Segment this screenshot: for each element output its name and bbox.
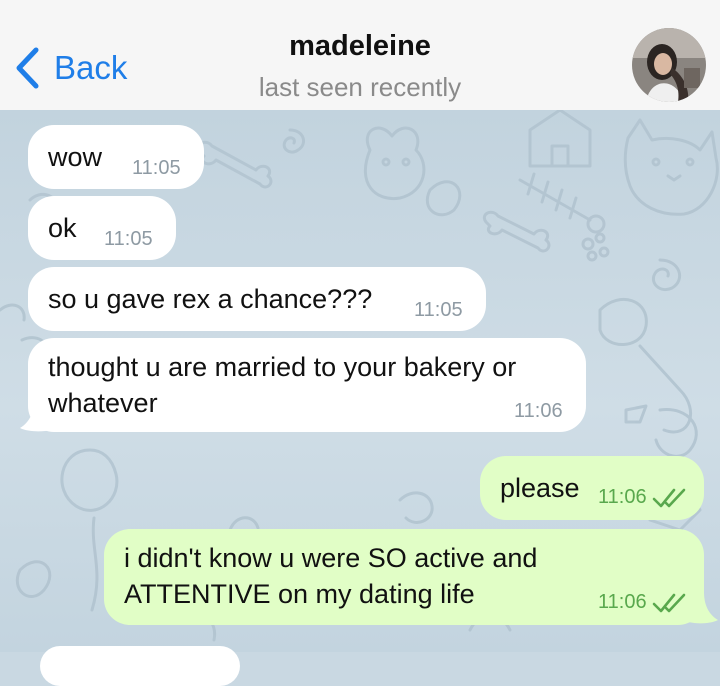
message-bubble-incoming-partial[interactable] (40, 646, 240, 686)
message-bubble-incoming[interactable]: ok 11:05 (28, 196, 176, 260)
message-time: 11:06 (598, 591, 647, 613)
message-time: 11:05 (104, 228, 153, 250)
chat-header: Back madeleine last seen recently (0, 0, 720, 111)
contact-name[interactable]: madeleine (0, 30, 720, 63)
message-bubble-incoming[interactable]: thought u are married to your bakery or … (28, 338, 586, 432)
message-bubble-incoming[interactable]: so u gave rex a chance??? 11:05 (28, 267, 486, 331)
message-bubble-incoming[interactable]: wow 11:05 (28, 125, 204, 189)
message-text-line-1: i didn't know u were SO active and (124, 543, 538, 573)
message-time: 11:06 (514, 400, 563, 422)
double-check-icon (652, 488, 686, 508)
message-time: 11:05 (414, 299, 463, 321)
message-text-line-1: thought u are married to your bakery or (48, 352, 517, 382)
message-text-line-2: whatever (48, 388, 158, 418)
avatar[interactable] (632, 28, 706, 102)
message-text: ok (48, 213, 77, 243)
message-time: 11:05 (132, 157, 181, 179)
contact-status: last seen recently (258, 72, 462, 102)
double-check-icon (652, 593, 686, 613)
message-text: please (500, 473, 580, 503)
message-bubble-outgoing[interactable]: i didn't know u were SO active and ATTEN… (104, 529, 704, 625)
message-text: wow (48, 142, 103, 172)
message-bubble-outgoing[interactable]: please 11:06 (480, 456, 704, 520)
message-text-line-2: ATTENTIVE on my dating life (124, 579, 475, 609)
message-time: 11:06 (598, 486, 647, 508)
message-text: so u gave rex a chance??? (48, 284, 373, 314)
